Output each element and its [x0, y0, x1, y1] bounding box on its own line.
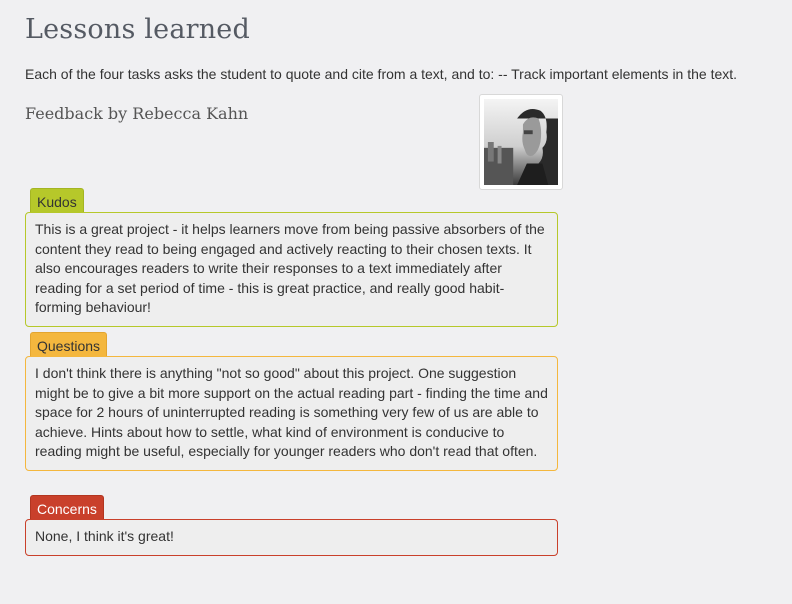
- feedback-author: Feedback by Rebecca Kahn: [25, 104, 249, 123]
- reviewer-avatar: [479, 94, 563, 190]
- page-title: Lessons learned: [25, 14, 250, 45]
- kudos-text: This is a great project - it helps learn…: [25, 212, 558, 327]
- concerns-text: None, I think it's great!: [25, 519, 558, 556]
- avatar-photo: [484, 99, 558, 185]
- intro-text: Each of the four tasks asks the student …: [25, 66, 738, 82]
- questions-text: I don't think there is anything "not so …: [25, 356, 558, 471]
